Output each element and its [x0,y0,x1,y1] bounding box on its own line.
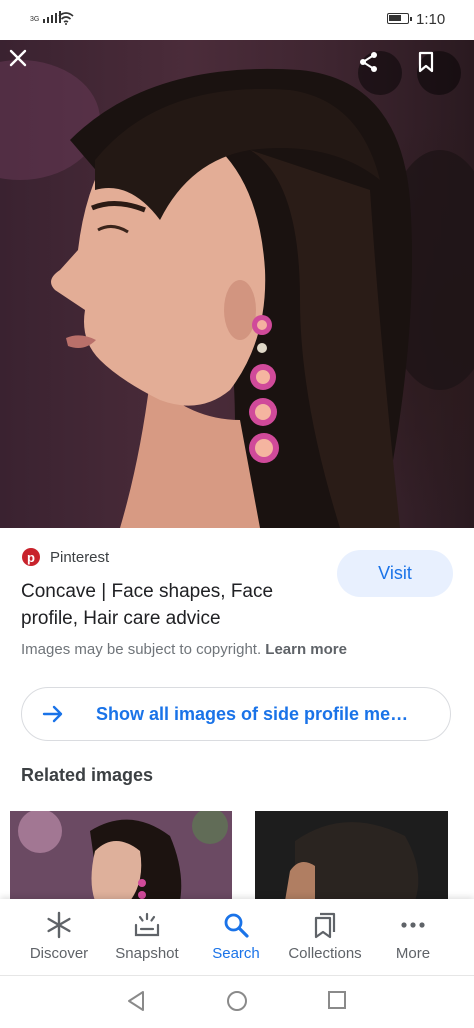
battery-icon [387,13,412,24]
bottom-navigation: Discover Snapshot Search Collections Mor… [0,899,474,975]
snapshot-icon [134,912,160,937]
nav-label: Search [212,945,260,962]
nav-search[interactable]: Search [189,899,283,975]
learn-more-link[interactable]: Learn more [265,641,347,658]
more-dots-icon [401,922,425,928]
wifi-icon [58,12,74,25]
nav-snapshot[interactable]: Snapshot [100,899,194,975]
copyright-notice: Images may be subject to copyright. Lear… [21,641,347,658]
related-images-heading: Related images [21,765,154,785]
nav-collections[interactable]: Collections [278,899,372,975]
show-all-label: Show all images of side profile me… [96,703,409,724]
system-navigation-bar [0,975,474,1028]
show-all-images-button[interactable]: Show all images of side profile me… [21,687,451,741]
home-icon[interactable] [226,990,248,1012]
share-button[interactable] [358,51,402,95]
signal-icon: 3G [30,11,62,23]
copyright-text: Images may be subject to copyright. [21,641,262,658]
collections-icon [314,912,336,939]
source-row[interactable]: p Pinterest [22,548,109,566]
woman-side-profile-photo [0,60,474,528]
pinterest-logo-icon: p [22,548,40,566]
preview-image [0,40,474,528]
status-bar: 3G 1:10 [0,0,474,40]
recents-icon[interactable] [327,990,347,1010]
share-icon [360,52,377,72]
related-image-1[interactable] [10,811,232,901]
nav-label: Snapshot [115,945,179,962]
result-title[interactable]: Concave | Face shapes, Face profile, Hai… [21,578,321,632]
nav-label: Discover [29,945,89,962]
nav-discover[interactable]: Discover [12,899,106,975]
close-icon [9,49,27,67]
nav-label: More [395,945,431,962]
network-type: 3G [30,16,40,23]
nav-label: Collections [288,945,362,962]
search-icon [224,913,249,938]
asterisk-icon [47,911,71,939]
visit-button[interactable]: Visit [337,550,453,597]
source-name: Pinterest [50,548,110,566]
nav-more[interactable]: More [366,899,460,975]
related-image-2[interactable] [255,811,448,901]
bookmark-icon [418,51,434,73]
close-button[interactable] [8,48,52,92]
back-icon[interactable] [126,990,146,1012]
arrow-right-icon [42,705,63,723]
clock: 1:10 [416,11,446,28]
bookmark-button[interactable] [417,51,461,95]
